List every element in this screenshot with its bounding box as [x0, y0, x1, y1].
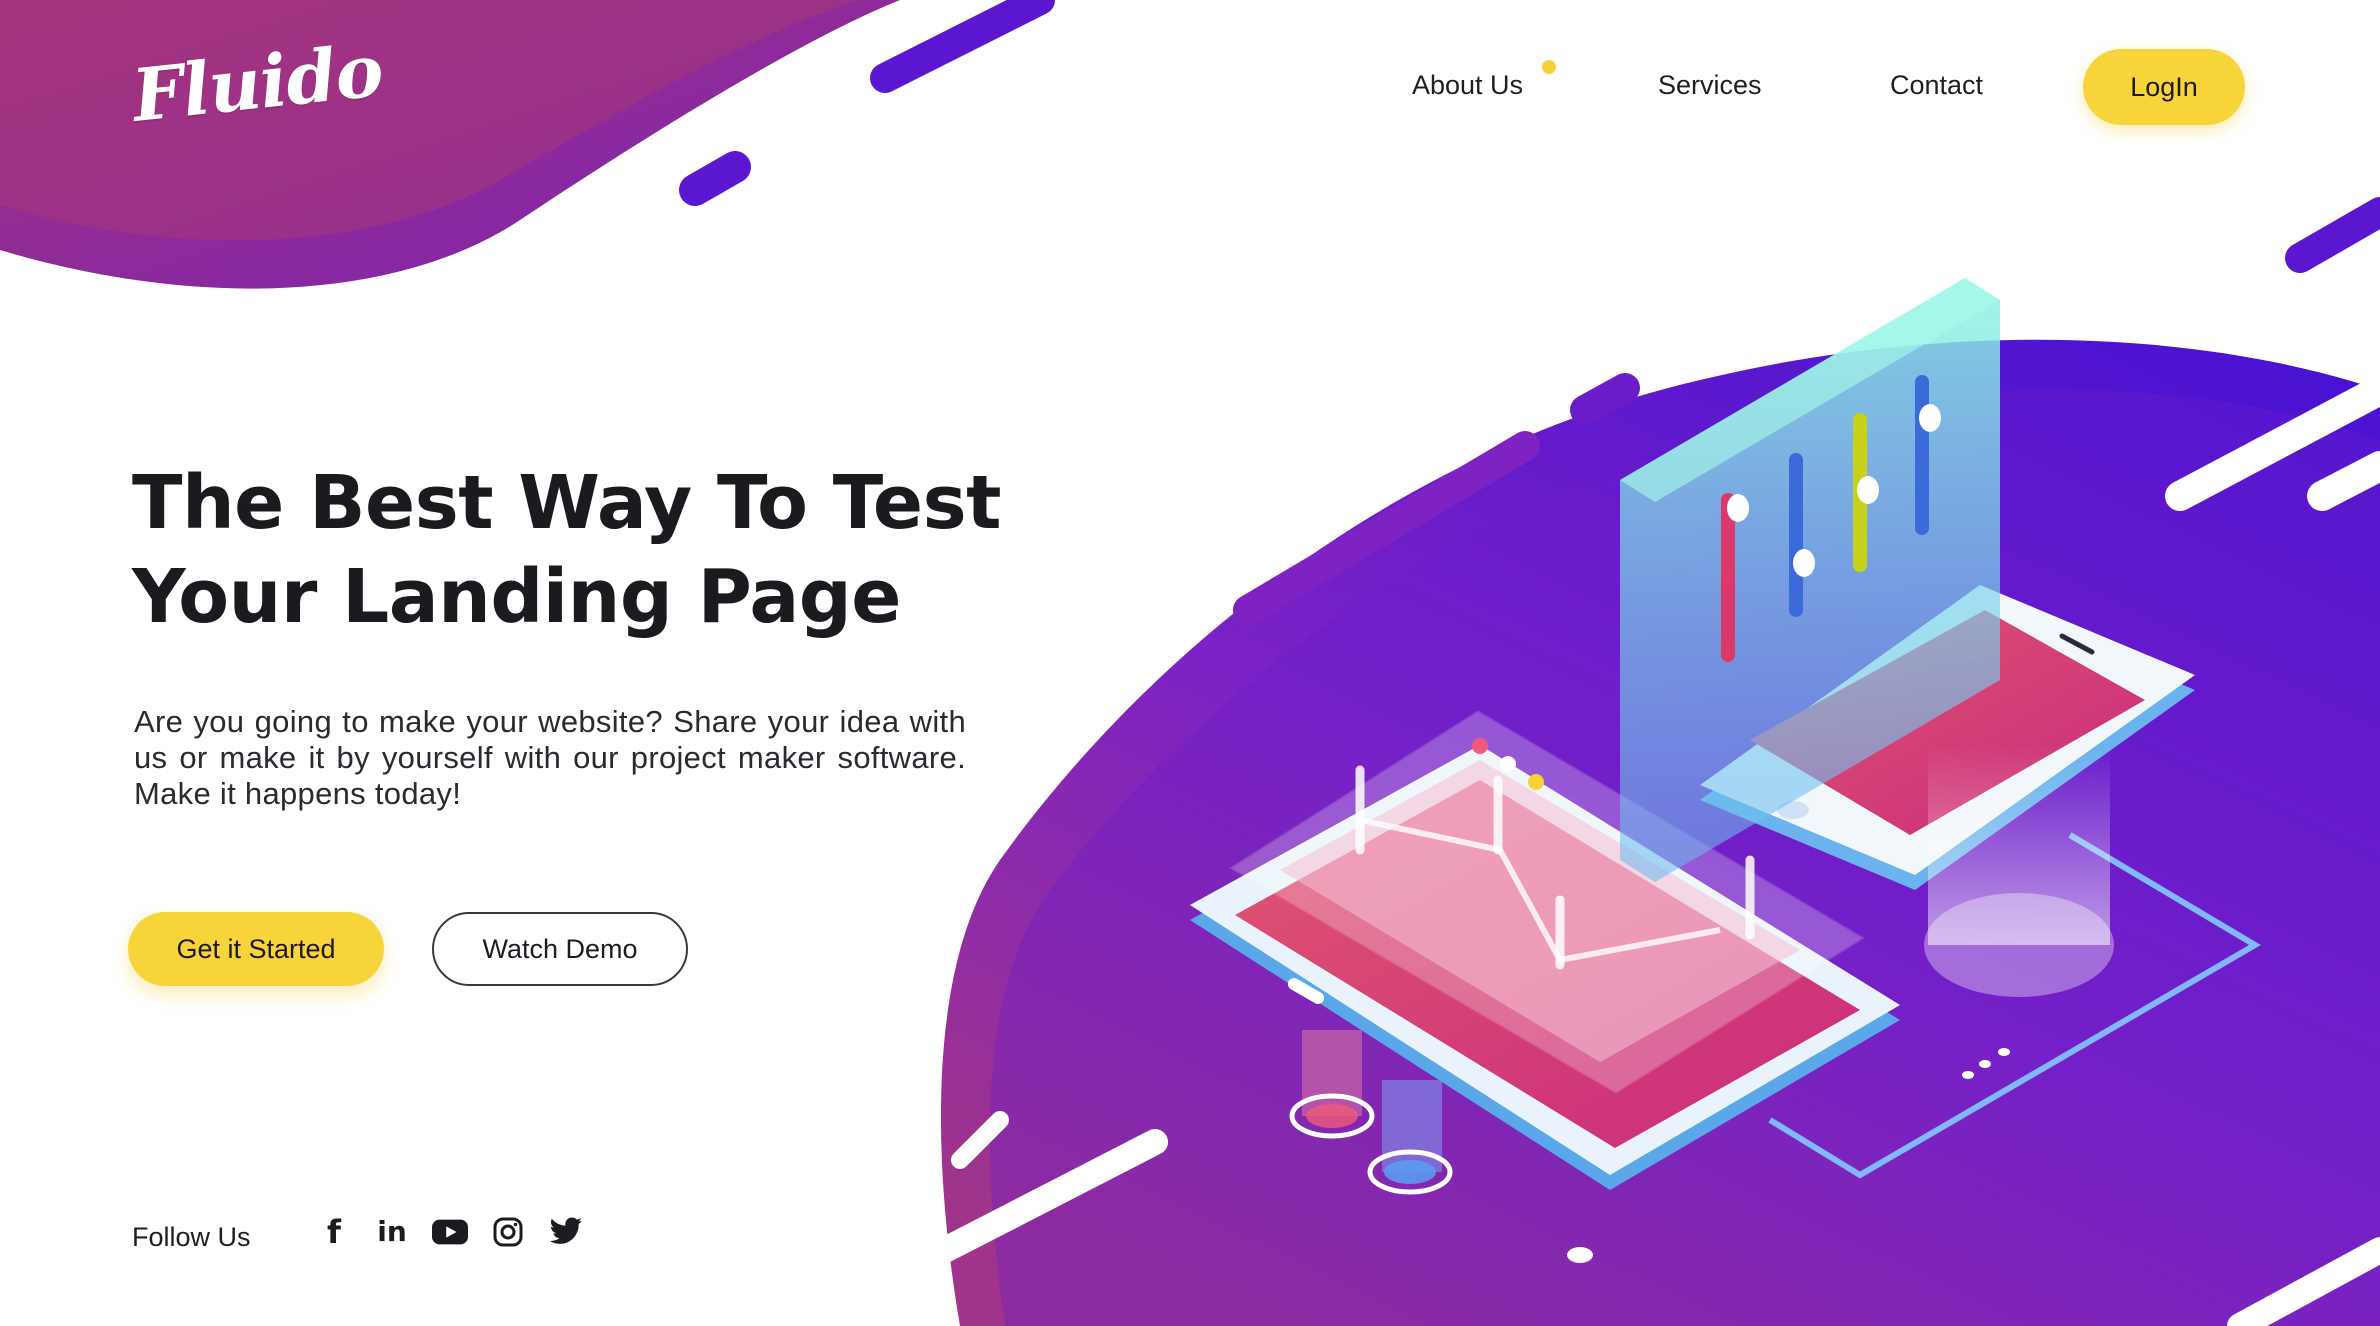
active-indicator-dot	[1542, 60, 1556, 74]
linkedin-icon[interactable]: in	[374, 1214, 410, 1250]
social-links: f in	[316, 1214, 584, 1250]
get-started-button[interactable]: Get it Started	[128, 912, 384, 986]
hero-title-line-2: Your Landing Page	[132, 554, 901, 640]
nav-link-services[interactable]: Services	[1658, 70, 1762, 101]
hero-title-line-1: The Best Way To Test	[132, 460, 1002, 546]
watch-demo-button[interactable]: Watch Demo	[432, 912, 688, 986]
follow-us-label: Follow Us	[132, 1222, 251, 1252]
nav-link-contact[interactable]: Contact	[1890, 70, 1983, 101]
login-button[interactable]: LogIn	[2083, 49, 2245, 125]
twitter-icon[interactable]	[548, 1214, 584, 1250]
hero-title: The Best Way To Test Your Landing Page	[132, 456, 1032, 644]
top-navigation: About Us Services Contact LogIn	[1380, 44, 2260, 128]
instagram-icon[interactable]	[490, 1214, 526, 1250]
nav-link-about-us[interactable]: About Us	[1412, 70, 1523, 101]
youtube-icon[interactable]	[432, 1214, 468, 1250]
hero-description: Are you going to make your website? Shar…	[134, 704, 966, 811]
facebook-icon[interactable]: f	[316, 1214, 352, 1250]
hero-illustration	[0, 0, 2380, 1326]
